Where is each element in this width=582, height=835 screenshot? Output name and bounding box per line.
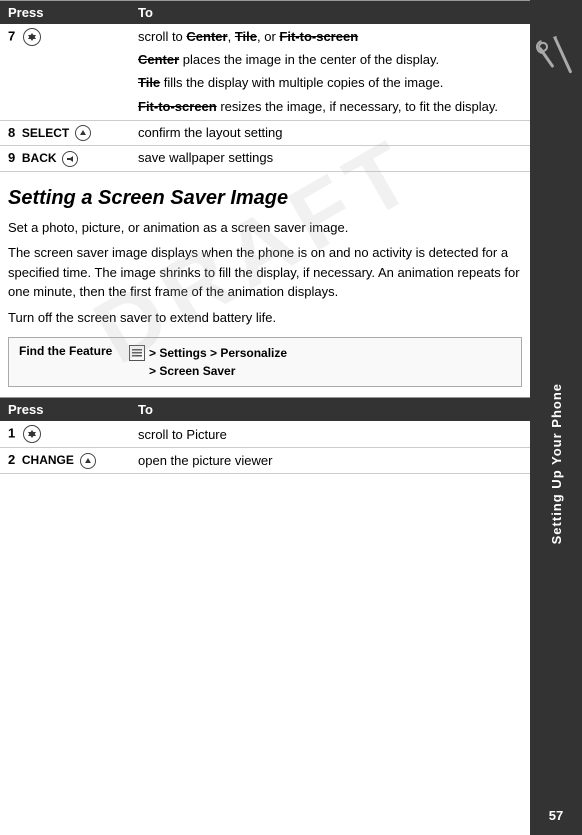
to-text-7-tile: Tile fills the display with multiple cop… [138,74,522,92]
top-table-col1-header: Press [0,1,130,25]
select-label: SELECT [22,126,69,140]
sidebar-vertical-text: Setting Up Your Phone [549,383,564,544]
table-row: 7 scroll to Center, Tile, or Fit-to-scre… [0,24,530,120]
to-cell-b2: open the picture viewer [130,448,530,474]
to-cell-8: confirm the layout setting [130,120,530,146]
press-cell-7: 7 [0,24,130,120]
table-row: 9 BACK save wallpaper settings [0,146,530,172]
press-cell-b2: 2 CHANGE [0,448,130,474]
sidebar-icon-area [530,0,582,120]
body-paragraph-1: Set a photo, picture, or animation as a … [8,218,522,238]
scroll-nav-icon [23,28,41,46]
table-row: 1 scroll to Picture [0,421,530,448]
right-sidebar: Setting Up Your Phone 57 [530,0,582,835]
top-table-col2-header: To [130,1,530,25]
sidebar-page-number-area: 57 [549,808,563,835]
table-row: 8 SELECT confirm the layout setting [0,120,530,146]
to-text-7-fit: Fit-to-screen resizes the image, if nece… [138,98,522,116]
top-table: Press To 7 scroll to Center, Tile, o [0,0,530,172]
row-number-b2: 2 [8,452,15,467]
body-paragraph-3: Turn off the screen saver to extend batt… [8,308,522,328]
change-btn-icon [80,453,96,469]
press-cell-b1: 1 [0,421,130,448]
body-paragraph-2: The screen saver image displays when the… [8,243,522,302]
find-feature-label: Find the Feature [19,344,119,358]
tools-icon [531,29,582,92]
section-heading: Setting a Screen Saver Image [8,186,522,210]
scroll-nav-icon-2 [23,425,41,443]
bottom-table: Press To 1 scroll to Picture [0,397,530,474]
row-number-8: 8 [8,125,15,140]
sidebar-text-area: Setting Up Your Phone [549,120,564,808]
back-label: BACK [22,151,57,165]
table-row: 2 CHANGE open the picture viewer [0,448,530,474]
press-cell-8: 8 SELECT [0,120,130,146]
to-text-7-main: scroll to Center, Tile, or Fit-to-screen [138,28,522,46]
find-feature-content: > Settings > Personalize> Screen Saver [129,344,287,380]
row-number-b1: 1 [8,426,15,441]
to-cell-9: save wallpaper settings [130,146,530,172]
to-cell-7: scroll to Center, Tile, or Fit-to-screen… [130,24,530,120]
change-label: CHANGE [22,453,74,467]
row-number-7: 7 [8,28,15,43]
main-content: Press To 7 scroll to Center, Tile, o [0,0,530,835]
find-feature-path: > Settings > Personalize> Screen Saver [149,344,287,380]
bottom-table-col2-header: To [130,398,530,422]
menu-icon [129,345,145,361]
to-cell-b1: scroll to Picture [130,421,530,448]
select-btn-icon [75,125,91,141]
sidebar-page-number: 57 [549,808,563,833]
press-cell-9: 9 BACK [0,146,130,172]
back-btn-icon [62,151,78,167]
bottom-table-col1-header: Press [0,398,130,422]
row-number-9: 9 [8,150,15,165]
to-text-7-center: Center places the image in the center of… [138,51,522,69]
find-feature-box: Find the Feature > Settings > Personaliz… [8,337,522,387]
